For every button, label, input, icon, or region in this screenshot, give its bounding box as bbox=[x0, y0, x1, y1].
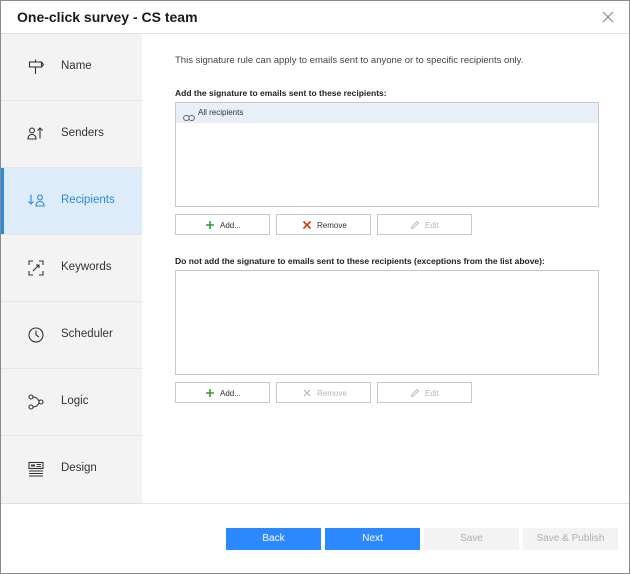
logic-icon bbox=[27, 393, 45, 411]
edit-label: Edit bbox=[425, 389, 439, 398]
senders-icon bbox=[27, 125, 45, 143]
save-publish-button[interactable]: Save & Publish bbox=[523, 528, 618, 550]
save-button[interactable]: Save bbox=[424, 528, 519, 550]
plus-icon bbox=[205, 220, 215, 232]
exclude-edit-button[interactable]: Edit bbox=[377, 382, 472, 403]
include-recipients-list[interactable]: All recipients bbox=[175, 102, 599, 207]
sidebar-item-scheduler[interactable]: Scheduler bbox=[1, 302, 142, 369]
sidebar-item-label: Recipients bbox=[61, 194, 115, 206]
list-item-label: All recipients bbox=[198, 108, 244, 117]
link-icon bbox=[183, 109, 195, 127]
exclude-remove-button[interactable]: Remove bbox=[276, 382, 371, 403]
sidebar-item-label: Scheduler bbox=[61, 328, 113, 340]
close-icon bbox=[602, 11, 614, 23]
sidebar-item-label: Keywords bbox=[61, 261, 112, 273]
list-item[interactable]: All recipients bbox=[176, 103, 598, 123]
exclude-recipients-list[interactable] bbox=[175, 270, 599, 375]
design-icon bbox=[27, 460, 45, 478]
edit-label: Edit bbox=[425, 221, 439, 230]
sidebar-item-label: Senders bbox=[61, 127, 104, 139]
back-button[interactable]: Back bbox=[226, 528, 321, 550]
sidebar-item-senders[interactable]: Senders bbox=[1, 101, 142, 168]
intro-text: This signature rule can apply to emails … bbox=[175, 55, 524, 66]
title-bar: One-click survey - CS team bbox=[1, 1, 629, 34]
next-button[interactable]: Next bbox=[325, 528, 420, 550]
sidebar-item-keywords[interactable]: Keywords bbox=[1, 235, 142, 302]
sidebar-item-design[interactable]: Design bbox=[1, 436, 142, 503]
include-remove-button[interactable]: Remove bbox=[276, 214, 371, 235]
remove-label: Remove bbox=[317, 389, 347, 398]
pencil-icon bbox=[410, 220, 420, 232]
add-label: Add... bbox=[220, 389, 241, 398]
clock-icon bbox=[27, 326, 45, 344]
remove-icon bbox=[302, 388, 312, 400]
sidebar-item-recipients[interactable]: Recipients bbox=[1, 168, 142, 235]
include-edit-button[interactable]: Edit bbox=[377, 214, 472, 235]
pencil-icon bbox=[410, 388, 420, 400]
sidebar-item-label: Design bbox=[61, 462, 97, 474]
include-add-button[interactable]: Add... bbox=[175, 214, 270, 235]
close-button[interactable] bbox=[599, 8, 617, 26]
sidebar-item-logic[interactable]: Logic bbox=[1, 369, 142, 436]
sidebar-item-label: Logic bbox=[61, 395, 89, 407]
remove-label: Remove bbox=[317, 221, 347, 230]
include-section-label: Add the signature to emails sent to thes… bbox=[175, 88, 387, 98]
footer: Back Next Save Save & Publish bbox=[1, 503, 629, 573]
recipients-panel: This signature rule can apply to emails … bbox=[142, 34, 629, 503]
plus-icon bbox=[205, 388, 215, 400]
sidebar: Name Senders Recipients Keywords Schedul… bbox=[1, 34, 142, 503]
exclude-section-label: Do not add the signature to emails sent … bbox=[175, 256, 545, 266]
add-label: Add... bbox=[220, 221, 241, 230]
keywords-icon bbox=[27, 259, 45, 277]
sidebar-item-label: Name bbox=[61, 60, 92, 72]
remove-icon bbox=[302, 220, 312, 232]
recipients-icon bbox=[27, 192, 45, 210]
sidebar-item-name[interactable]: Name bbox=[1, 34, 142, 101]
rule-dialog: One-click survey - CS team Name Senders … bbox=[0, 0, 630, 574]
dialog-title: One-click survey - CS team bbox=[17, 9, 198, 25]
exclude-add-button[interactable]: Add... bbox=[175, 382, 270, 403]
signpost-icon bbox=[27, 58, 45, 76]
